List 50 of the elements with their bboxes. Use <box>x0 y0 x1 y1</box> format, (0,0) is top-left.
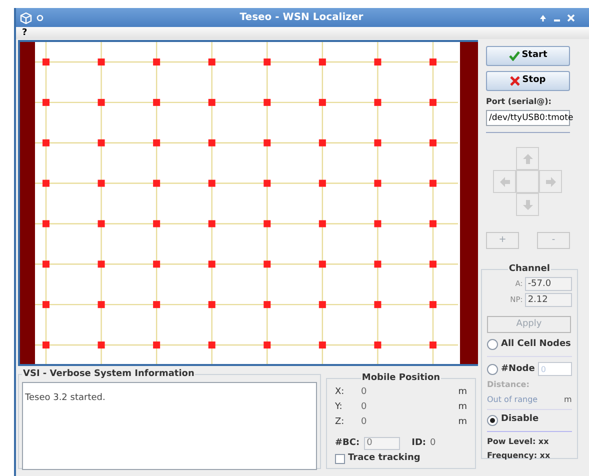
unit-label: m <box>458 401 467 414</box>
all-cell-nodes-label: All Cell Nodes <box>501 338 571 351</box>
node-label: #Node <box>501 362 535 376</box>
cross-icon <box>510 76 520 86</box>
coordinate-label: X: <box>335 386 346 400</box>
bc-label: #BC: <box>335 436 360 450</box>
arrow-left-icon <box>498 176 510 188</box>
node-field[interactable]: 0 <box>538 362 572 376</box>
channel-field[interactable]: -57.0 <box>524 276 572 290</box>
arrow-down-icon <box>522 198 534 210</box>
channel-title: Channel <box>508 263 551 276</box>
radio-button[interactable] <box>487 414 498 426</box>
arrow-up-icon <box>522 152 534 164</box>
window-title: Teseo - WSN Localizer <box>240 11 364 25</box>
radio-button[interactable] <box>487 339 498 350</box>
disable-label: Disable <box>501 413 539 426</box>
coordinate-label: Y: <box>335 401 344 414</box>
unit-label: m <box>458 416 467 430</box>
maximize-icon[interactable] <box>539 14 547 22</box>
close-icon[interactable] <box>567 14 575 22</box>
id-value: 0 <box>430 436 436 450</box>
unit-label: m <box>564 394 572 406</box>
distance-label: Distance: <box>487 379 530 392</box>
distance-value: Out of range <box>487 394 538 406</box>
checkmark-icon <box>508 51 520 61</box>
coordinate-value: 0 <box>361 386 367 400</box>
frequency-text: Frequency: xx <box>487 450 552 462</box>
trace-label: Trace tracking <box>348 452 420 465</box>
id-label: ID: <box>412 436 426 450</box>
bc-field[interactable]: 0 <box>364 436 400 450</box>
port-label: Port (serial@): <box>486 96 552 108</box>
arrow-right-icon <box>544 176 556 188</box>
window-menu-icon[interactable] <box>36 14 44 22</box>
coordinate-value: 0 <box>361 401 367 414</box>
start-button[interactable]: Start <box>486 46 570 66</box>
cube-icon <box>20 12 32 24</box>
pow-level-text: Pow Level: xx <box>487 436 550 448</box>
radio-button[interactable] <box>487 364 498 375</box>
log-text: Teseo 3.2 started. <box>25 392 106 402</box>
trace-checkbox[interactable] <box>335 454 345 464</box>
unit-label: m <box>458 386 467 400</box>
log-area[interactable]: Teseo 3.2 started. <box>22 382 317 470</box>
dpad-center <box>516 170 539 193</box>
coordinate-label: Z: <box>335 416 346 430</box>
vsi-title: VSI - Verbose System Information <box>22 368 196 381</box>
channel-field[interactable]: 2.12 <box>524 292 572 306</box>
stop-button[interactable]: Stop <box>486 71 570 91</box>
menu-item[interactable]: ? <box>22 28 28 38</box>
mobile-position-title: Mobile Position <box>360 372 442 385</box>
coordinate-value: 0 <box>361 416 367 430</box>
